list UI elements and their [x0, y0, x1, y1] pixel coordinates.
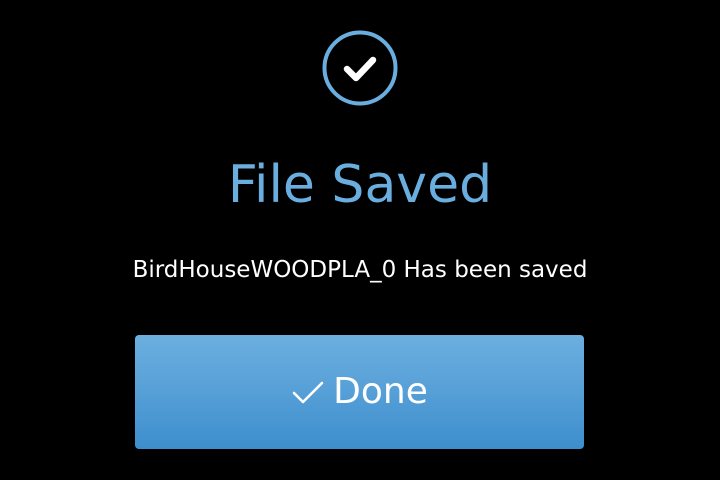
done-button-label: Done [333, 371, 428, 412]
done-button[interactable]: Done [135, 335, 584, 449]
check-circle-icon [322, 30, 398, 106]
save-message: BirdHouseWOODPLA_0 Has been saved [132, 257, 588, 283]
dialog-title: File Saved [227, 155, 493, 215]
check-icon [291, 375, 325, 409]
file-saved-screen: File Saved BirdHouseWOODPLA_0 Has been s… [0, 0, 720, 480]
